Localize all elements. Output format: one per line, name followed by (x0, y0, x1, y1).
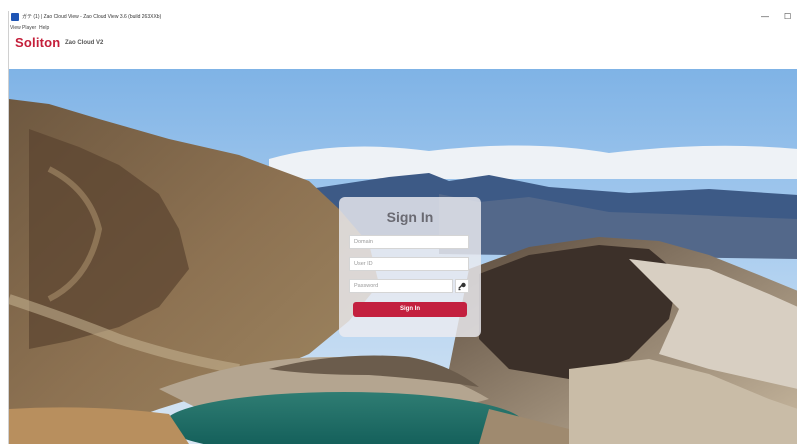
app-icon (11, 13, 19, 21)
signin-button[interactable]: Sign In (353, 302, 467, 317)
signin-title: Sign In (386, 209, 434, 225)
menu-player[interactable]: Player (22, 25, 36, 31)
app-window: ガテ (1) | Zao Cloud View - Zao Cloud View… (8, 11, 797, 444)
password-key-button[interactable] (455, 279, 469, 293)
userid-field[interactable] (349, 257, 469, 271)
domain-field[interactable] (349, 235, 469, 249)
product-name: Zao Cloud V2 (65, 40, 104, 46)
password-field[interactable] (349, 279, 453, 293)
menu-view[interactable]: View (10, 25, 21, 31)
menu-help[interactable]: Help (39, 25, 49, 31)
maximize-button[interactable]: ☐ (784, 12, 791, 21)
soliton-logo: Soliton (15, 35, 61, 50)
window-title: ガテ (1) | Zao Cloud View - Zao Cloud View… (22, 14, 162, 20)
key-icon (458, 282, 466, 291)
title-bar: ガテ (1) | Zao Cloud View - Zao Cloud View… (9, 11, 797, 25)
signin-panel: Sign In Sign In (339, 197, 481, 337)
minimize-button[interactable]: — (761, 12, 769, 21)
